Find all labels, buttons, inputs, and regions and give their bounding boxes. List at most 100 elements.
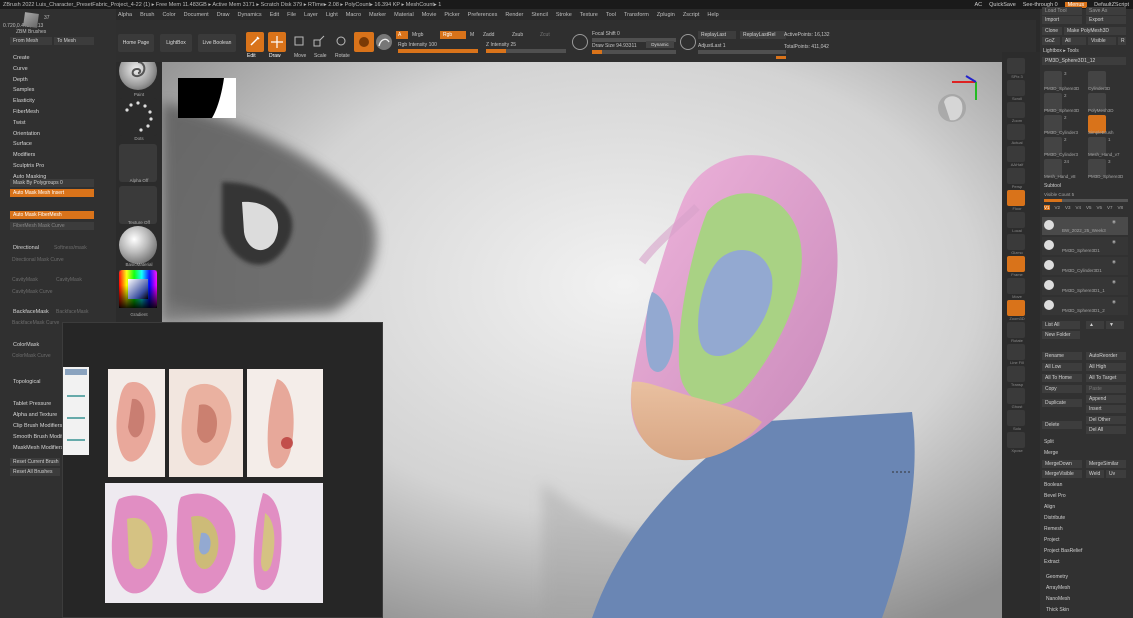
shelf-move-button[interactable] <box>1007 278 1025 294</box>
all-high-button[interactable]: All High <box>1086 363 1126 371</box>
brush-sub-elasticity[interactable]: Elasticity <box>13 98 35 104</box>
menu-preferences[interactable]: Preferences <box>468 12 498 18</box>
shelf-line-fill-button[interactable] <box>1007 344 1025 360</box>
menu-picker[interactable]: Picker <box>444 12 459 18</box>
boolean-header[interactable]: Boolean <box>1044 482 1062 488</box>
reference-photo-3[interactable] <box>247 369 323 477</box>
cavity-mask-curve[interactable]: CavityMask Curve <box>12 289 53 295</box>
menu-light[interactable]: Light <box>326 12 338 18</box>
project-header[interactable]: Project <box>1044 537 1060 543</box>
subtool-visibility-icon[interactable]: ◉ <box>1112 259 1116 265</box>
menu-material[interactable]: Material <box>394 12 414 18</box>
menu-texture[interactable]: Texture <box>580 12 598 18</box>
zadd-button[interactable]: Zadd <box>483 32 494 38</box>
fibermesh-mask-curve[interactable]: FiberMesh Mask Curve <box>10 222 94 230</box>
merge-down-button[interactable]: MergeDown <box>1042 460 1082 468</box>
reset-all-brushes-button[interactable]: Reset All Brushes <box>10 468 60 476</box>
nanomesh-header[interactable]: NanoMesh <box>1046 596 1070 602</box>
subtool-tab-v3[interactable]: V3 <box>1065 205 1071 210</box>
focal-lock-icon[interactable] <box>572 34 588 50</box>
alpha-and-texture-button[interactable]: Alpha and Texture <box>13 412 57 418</box>
r-button[interactable]: R <box>1118 37 1126 45</box>
move-icon[interactable] <box>292 34 306 48</box>
geometry-header[interactable]: Geometry <box>1046 574 1068 580</box>
menu-brush[interactable]: Brush <box>140 12 154 18</box>
cavity-mask-button[interactable]: CavityMask <box>12 277 38 283</box>
reset-current-brush-button[interactable]: Reset Current Brush <box>10 458 60 466</box>
arrow-up-icon[interactable]: ▲ <box>1086 321 1104 329</box>
reference-photo-annotated[interactable] <box>105 483 323 603</box>
replay-last-button[interactable]: ReplayLast <box>698 31 736 39</box>
shelf-solo-button[interactable] <box>1007 410 1025 426</box>
maskmesh-modifiers-button[interactable]: MaskMesh Modifiers <box>13 445 63 451</box>
load-tool-button[interactable]: Load Tool <box>1042 7 1082 15</box>
visible-button[interactable]: Visible <box>1088 37 1116 45</box>
save-as-button[interactable]: Save As <box>1086 7 1126 15</box>
menu-dynamics[interactable]: Dynamics <box>238 12 262 18</box>
menu-document[interactable]: Document <box>184 12 209 18</box>
remesh-header[interactable]: Remesh <box>1044 526 1063 532</box>
shelf-zoom-button[interactable] <box>1007 102 1025 118</box>
shelf-floor-button[interactable] <box>1007 190 1025 206</box>
draw-mode-button[interactable] <box>268 32 286 52</box>
arraymesh-header[interactable]: ArrayMesh <box>1046 585 1070 591</box>
mrgb-button[interactable]: Mrgb <box>412 32 423 38</box>
lightbox-button[interactable]: LightBox <box>160 34 192 52</box>
texture-thumbnail[interactable] <box>119 186 157 224</box>
quicksave-button[interactable]: QuickSave <box>989 2 1016 8</box>
extract-header[interactable]: Extract <box>1044 559 1060 565</box>
menu-transform[interactable]: Transform <box>624 12 649 18</box>
rgb-button[interactable]: Rgb <box>440 31 466 39</box>
material-sphere-icon[interactable] <box>119 226 157 264</box>
all-to-target-button[interactable]: All To Target <box>1086 374 1126 382</box>
duplicate-button[interactable]: Duplicate <box>1042 399 1082 407</box>
to-mesh-button[interactable]: To Mesh <box>54 37 94 45</box>
alpha-thumbnail[interactable] <box>119 144 157 182</box>
drawsize-lock-icon[interactable] <box>680 34 696 50</box>
m-button[interactable]: M <box>470 32 474 38</box>
z-intensity-slider[interactable] <box>486 49 566 53</box>
color-mask-curve[interactable]: ColorMask Curve <box>12 353 51 359</box>
zsub-button[interactable]: Zsub <box>512 32 523 38</box>
menu-stencil[interactable]: Stencil <box>531 12 548 18</box>
reference-photo-2[interactable] <box>169 369 243 477</box>
auto-mask-fibermesh-button[interactable]: Auto Mask FiberMesh <box>10 211 94 219</box>
del-all-button[interactable]: Del All <box>1086 426 1126 434</box>
list-all-button[interactable]: List All <box>1042 321 1080 329</box>
backface-mask-curve[interactable]: BackfaceMask Curve <box>12 320 59 326</box>
align-header[interactable]: Align <box>1044 504 1055 510</box>
menu-macro[interactable]: Macro <box>346 12 361 18</box>
menu-zplugin[interactable]: Zplugin <box>657 12 675 18</box>
scale-icon[interactable] <box>312 34 326 48</box>
directional-mask-curve[interactable]: Directional Mask Curve <box>12 257 64 263</box>
shelf-ghost-button[interactable] <box>1007 388 1025 404</box>
subtool-visibility-icon[interactable]: ◉ <box>1112 219 1116 225</box>
adjust-last-slider[interactable] <box>698 50 786 54</box>
stroke-thumbnail[interactable] <box>119 98 157 136</box>
shelf-gizmo-button[interactable] <box>1007 234 1025 250</box>
make-polymesh-button[interactable]: Make PolyMesh3D <box>1064 27 1126 35</box>
brush-sub-sculptris-pro[interactable]: Sculptris Pro <box>13 163 44 169</box>
shelf-persp-button[interactable] <box>1007 168 1025 184</box>
color-mask-button[interactable]: ColorMask <box>13 342 39 348</box>
menu-zscript[interactable]: Zscript <box>683 12 700 18</box>
subtool-tab-v6[interactable]: V6 <box>1097 205 1103 210</box>
import-button[interactable]: Import <box>1042 16 1082 24</box>
all-low-button[interactable]: All Low <box>1042 363 1082 371</box>
edit-mode-button[interactable] <box>246 32 264 52</box>
dynamic-button[interactable]: Dynamic <box>646 41 674 48</box>
export-button[interactable]: Export <box>1086 16 1126 24</box>
clone-button[interactable]: Clone <box>1042 27 1062 35</box>
all-button[interactable]: All <box>1062 37 1086 45</box>
brush-sub-create[interactable]: Create <box>13 55 30 61</box>
home-page-button[interactable]: Home Page <box>118 34 154 52</box>
shelf-aahalf-button[interactable] <box>1007 146 1025 162</box>
mask-by-polygroups-slider[interactable]: Mask By Polygroups 0 <box>10 179 94 187</box>
menu-layer[interactable]: Layer <box>304 12 318 18</box>
uv-button[interactable]: Uv <box>1106 470 1126 478</box>
brush-sub-fibermesh[interactable]: FiberMesh <box>13 109 39 115</box>
subtool-tab-v8[interactable]: V8 <box>1118 205 1124 210</box>
goz-button[interactable]: GoZ <box>1042 37 1060 45</box>
project-basrelief-header[interactable]: Project BasRelief <box>1044 548 1082 554</box>
shelf-zoom3d-button[interactable] <box>1007 300 1025 316</box>
